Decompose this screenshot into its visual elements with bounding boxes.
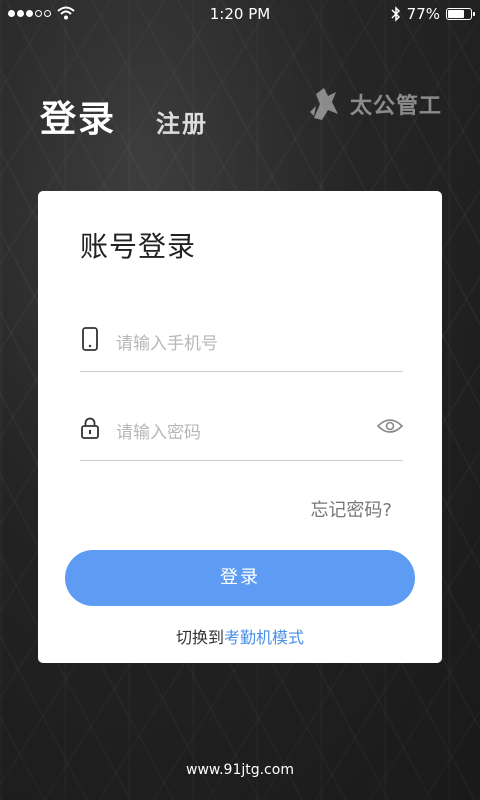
logo-text: 太公管工 xyxy=(349,94,442,119)
login-button[interactable]: 登录 xyxy=(65,550,415,606)
password-field[interactable]: 请输入密码 xyxy=(80,400,403,461)
phone-icon xyxy=(82,327,98,351)
logo-icon xyxy=(309,88,338,120)
phone-field[interactable]: 请输入手机号 xyxy=(80,311,403,372)
tab-register[interactable]: 注册 xyxy=(156,104,208,139)
auth-tabs: 登录 注册 xyxy=(40,90,208,142)
phone-input[interactable]: 请输入手机号 xyxy=(116,329,218,354)
battery-percent: 77% xyxy=(406,5,440,23)
switch-mode: 切换到考勤机模式 xyxy=(38,624,442,648)
footer-url: www.91jtg.com xyxy=(186,762,294,778)
switch-mode-link[interactable]: 考勤机模式 xyxy=(224,628,304,647)
forgot-password-link[interactable]: 忘记密码? xyxy=(310,496,392,522)
password-input[interactable]: 请输入密码 xyxy=(116,418,201,443)
eye-icon[interactable] xyxy=(377,416,403,436)
switch-mode-prefix: 切换到 xyxy=(175,628,224,647)
login-card: 账号登录 请输入手机号 请输入密码 忘记密码? 登录 切换到考勤机模式 xyxy=(38,191,442,663)
lock-icon xyxy=(81,417,99,439)
status-bar: 1:20 PM 77% xyxy=(0,0,480,28)
tab-login[interactable]: 登录 xyxy=(40,90,116,142)
battery-fill xyxy=(448,10,465,18)
battery-icon xyxy=(446,8,475,20)
brand-logo: 太公管工 xyxy=(306,84,442,124)
card-title: 账号登录 xyxy=(80,230,197,263)
bluetooth-icon xyxy=(391,6,400,22)
status-bar-right: 77% xyxy=(391,5,475,23)
